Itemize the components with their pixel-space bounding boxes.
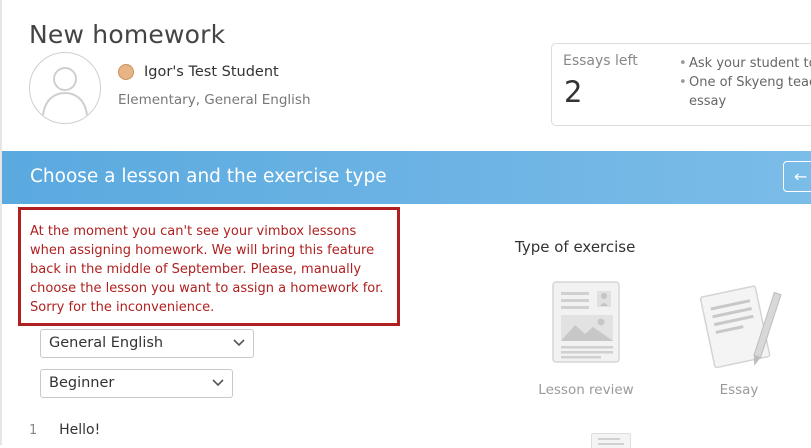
lesson-item[interactable]: 1 Hello!	[29, 422, 100, 438]
lesson-review-icon	[552, 281, 620, 363]
section-banner: Choose a lesson and the exercise type ←	[2, 151, 811, 204]
exercise-label: Lesson review	[538, 382, 634, 398]
user-placeholder-icon	[42, 67, 88, 116]
chevron-down-icon	[212, 379, 224, 387]
page-title: New homework	[29, 19, 226, 49]
back-button[interactable]: ←	[783, 161, 811, 192]
level-select-value: Beginner	[49, 375, 115, 391]
exercise-type-title: Type of exercise	[515, 238, 636, 256]
exercise-card-partial[interactable]	[591, 433, 631, 448]
exercise-label: Essay	[719, 382, 759, 398]
course-select[interactable]: General English	[40, 329, 254, 358]
essay-icon	[699, 285, 782, 369]
student-name[interactable]: Igor's Test Student	[144, 64, 279, 80]
student-status-icon	[118, 64, 134, 80]
student-level: Elementary, General English	[118, 92, 311, 108]
student-name-row: Igor's Test Student	[118, 64, 279, 80]
level-select[interactable]: Beginner	[40, 369, 233, 398]
essays-note: Ask your student to	[679, 54, 811, 73]
essays-left-count: 2	[564, 75, 583, 109]
chevron-down-icon	[233, 339, 245, 347]
arrow-left-icon: ←	[794, 167, 808, 186]
left-rule	[0, 0, 2, 445]
card-line	[598, 438, 620, 440]
essays-left-label: Essays left	[563, 53, 638, 69]
exercise-lesson-review[interactable]: Lesson review	[530, 280, 642, 398]
lesson-name: Hello!	[59, 422, 101, 438]
avatar	[29, 52, 101, 124]
essays-card: Essays left 2 Ask your student to One of…	[551, 43, 811, 126]
essays-note: essay	[689, 94, 727, 109]
essays-note: One of Skyeng teac	[679, 73, 811, 92]
warning-message: At the moment you can't see your vimbox …	[18, 207, 400, 326]
exercise-essay[interactable]: Essay	[693, 280, 785, 398]
lesson-number: 1	[29, 423, 38, 438]
section-title: Choose a lesson and the exercise type	[30, 166, 387, 187]
essays-notes: Ask your student to One of Skyeng teac e…	[679, 54, 811, 111]
course-select-value: General English	[49, 335, 164, 351]
